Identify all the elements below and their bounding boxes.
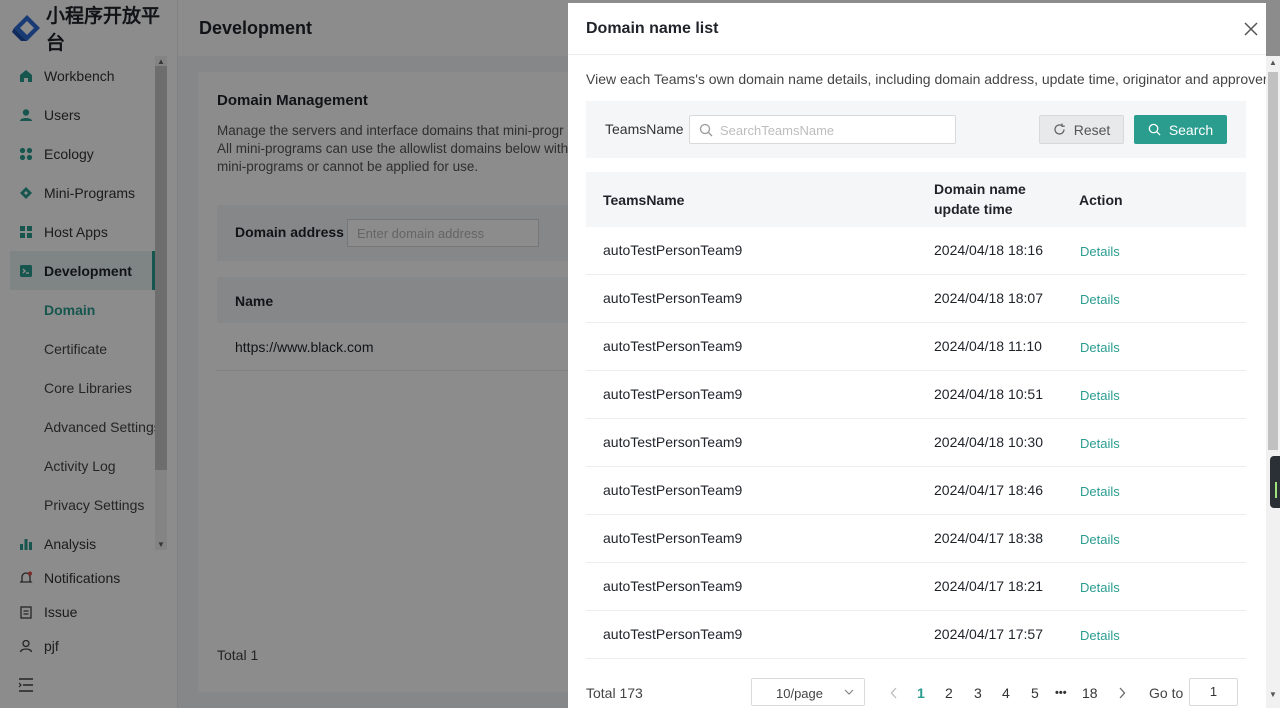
search-button[interactable]: Search xyxy=(1134,115,1227,144)
close-icon[interactable] xyxy=(1244,22,1258,36)
pagination-next-icon[interactable] xyxy=(1118,686,1126,702)
team-name-cell: autoTestPersonTeam9 xyxy=(603,386,743,402)
update-time-cell: 2024/04/17 18:21 xyxy=(934,578,1043,594)
pagination: Total 173 10/page 1 2 3 4 5 ••• 18 Go to… xyxy=(586,678,1246,708)
update-time-cell: 2024/04/17 17:57 xyxy=(934,626,1043,642)
drawer-header: Domain name list xyxy=(568,3,1266,55)
pagination-page-last[interactable]: 18 xyxy=(1082,685,1098,701)
scroll-down-icon[interactable]: ▼ xyxy=(1269,690,1277,699)
update-time-cell: 2024/04/17 18:46 xyxy=(934,482,1043,498)
reset-icon xyxy=(1054,123,1065,135)
table-row: autoTestPersonTeam9 2024/04/17 18:38 Det… xyxy=(586,515,1246,563)
update-time-cell: 2024/04/18 18:07 xyxy=(934,290,1043,306)
details-link[interactable]: Details xyxy=(1080,340,1120,355)
table-header: TeamsName Domain name update time Action xyxy=(586,172,1246,227)
column-header-action: Action xyxy=(1079,192,1123,208)
details-link[interactable]: Details xyxy=(1080,244,1120,259)
teams-search-field[interactable] xyxy=(689,115,956,144)
team-name-cell: autoTestPersonTeam9 xyxy=(603,434,743,450)
pagination-page-4[interactable]: 4 xyxy=(1002,685,1010,701)
details-link[interactable]: Details xyxy=(1080,532,1120,547)
pagination-prev-icon[interactable] xyxy=(890,686,898,702)
pagination-total: Total 173 xyxy=(586,685,643,701)
team-name-cell: autoTestPersonTeam9 xyxy=(603,242,743,258)
column-header-teams-name: TeamsName xyxy=(603,192,685,208)
chevron-down-icon xyxy=(844,689,854,695)
table-row: autoTestPersonTeam9 2024/04/18 18:16 Det… xyxy=(586,227,1246,275)
pagination-ellipsis[interactable]: ••• xyxy=(1055,687,1067,699)
team-name-cell: autoTestPersonTeam9 xyxy=(603,290,743,306)
update-time-cell: 2024/04/18 11:10 xyxy=(934,338,1042,354)
table-row: autoTestPersonTeam9 2024/04/17 17:57 Det… xyxy=(586,611,1246,659)
details-link[interactable]: Details xyxy=(1080,580,1120,595)
drawer-title: Domain name list xyxy=(586,20,719,37)
page-size-select[interactable]: 10/page xyxy=(751,678,865,706)
side-widget-handle[interactable] xyxy=(1270,456,1280,508)
team-name-cell: autoTestPersonTeam9 xyxy=(603,578,743,594)
table-body: autoTestPersonTeam9 2024/04/18 18:16 Det… xyxy=(586,227,1246,659)
reset-button[interactable]: Reset xyxy=(1039,115,1124,144)
table-row: autoTestPersonTeam9 2024/04/18 18:07 Det… xyxy=(586,275,1246,323)
update-time-cell: 2024/04/17 18:38 xyxy=(934,530,1043,546)
drawer-description: View each Teams's own domain name detail… xyxy=(586,71,1271,87)
domain-name-list-drawer: Domain name list View each Teams's own d… xyxy=(568,3,1271,708)
widget-indicator xyxy=(1275,482,1277,498)
pagination-page-3[interactable]: 3 xyxy=(974,685,982,701)
update-time-cell: 2024/04/18 10:30 xyxy=(934,434,1043,450)
details-link[interactable]: Details xyxy=(1080,484,1120,499)
details-link[interactable]: Details xyxy=(1080,388,1120,403)
table-row: autoTestPersonTeam9 2024/04/18 10:30 Det… xyxy=(586,419,1246,467)
page-size-value: 10/page xyxy=(776,686,823,701)
team-name-cell: autoTestPersonTeam9 xyxy=(603,482,743,498)
teams-search-input[interactable] xyxy=(720,120,950,140)
table-row: autoTestPersonTeam9 2024/04/17 18:46 Det… xyxy=(586,467,1246,515)
pagination-page-5[interactable]: 5 xyxy=(1031,685,1039,701)
goto-page-input[interactable]: 1 xyxy=(1189,678,1238,706)
goto-label: Go to xyxy=(1149,685,1184,701)
team-name-cell: autoTestPersonTeam9 xyxy=(603,530,743,546)
table-row: autoTestPersonTeam9 2024/04/18 10:51 Det… xyxy=(586,371,1246,419)
update-time-cell: 2024/04/18 10:51 xyxy=(934,386,1043,402)
team-name-cell: autoTestPersonTeam9 xyxy=(603,626,743,642)
pagination-page-2[interactable]: 2 xyxy=(945,685,953,701)
team-name-cell: autoTestPersonTeam9 xyxy=(603,338,743,354)
scroll-up-icon[interactable]: ▲ xyxy=(1269,58,1277,67)
reset-label: Reset xyxy=(1073,121,1111,138)
column-header-update-time: Domain name update time xyxy=(934,181,1026,217)
pagination-page-1[interactable]: 1 xyxy=(917,685,925,701)
search-icon xyxy=(699,123,713,137)
search-label: Search xyxy=(1168,121,1214,138)
details-link[interactable]: Details xyxy=(1080,292,1120,307)
table-row: autoTestPersonTeam9 2024/04/18 11:10 Det… xyxy=(586,323,1246,371)
search-icon xyxy=(1148,123,1161,136)
details-link[interactable]: Details xyxy=(1080,628,1120,643)
drawer-filter-bar: TeamsName Reset Search xyxy=(586,101,1246,158)
table-row: autoTestPersonTeam9 2024/04/17 18:21 Det… xyxy=(586,563,1246,611)
update-time-cell: 2024/04/18 18:16 xyxy=(934,242,1043,258)
details-link[interactable]: Details xyxy=(1080,436,1120,451)
drawer-scrollbar-thumb[interactable] xyxy=(1268,72,1278,450)
filter-label: TeamsName xyxy=(605,121,684,137)
